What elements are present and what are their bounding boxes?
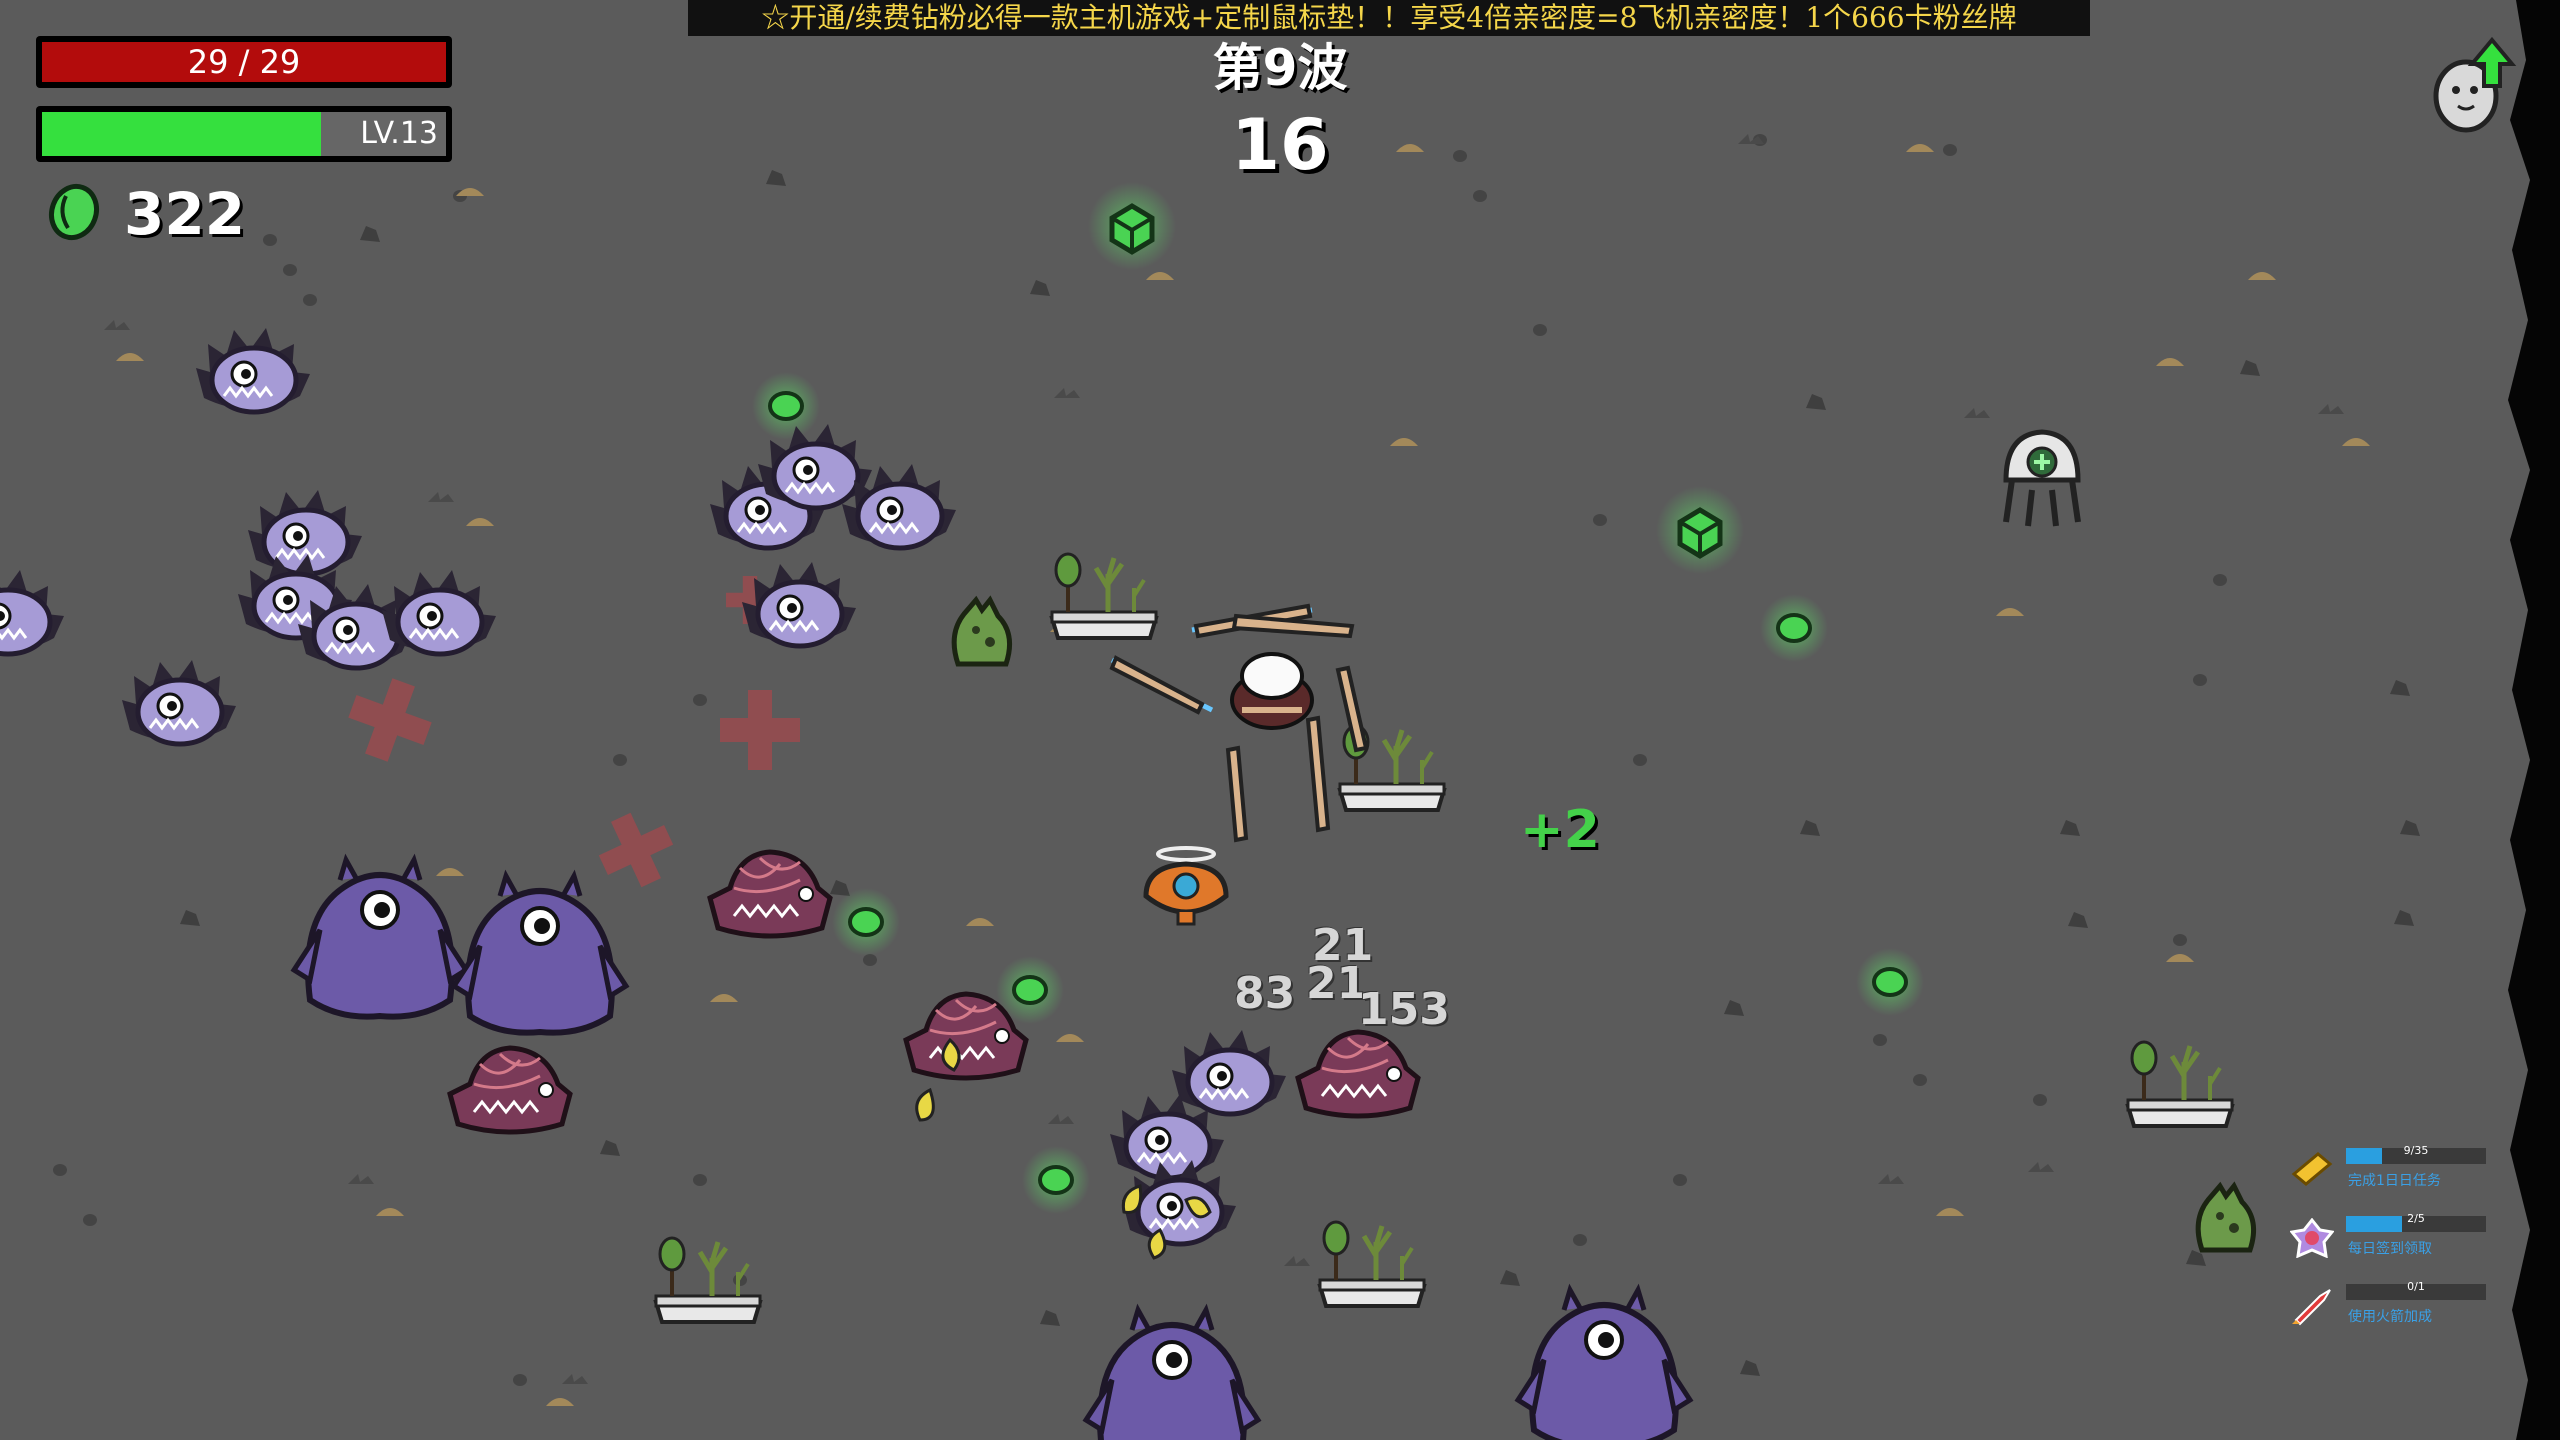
experience-bar: LV.13 <box>36 106 452 162</box>
task-label: 每日签到领取 <box>2348 1241 2432 1257</box>
game-arena <box>0 0 2560 1440</box>
health-bar: 29 / 29 <box>36 36 452 88</box>
wave-timer: 16 <box>1231 104 1329 186</box>
task-label: 使用火箭加成 <box>2348 1309 2432 1325</box>
task-label: 完成1日日任务 <box>2348 1173 2441 1189</box>
material-icon <box>44 182 104 246</box>
heal-popup: +2 <box>1520 800 1600 860</box>
purple-badge-icon <box>2289 1217 2335 1262</box>
task-item[interactable]: 9/35 完成1日日任务 <box>2290 1140 2500 1208</box>
materials-counter: 322 <box>44 180 246 248</box>
wave-title: 第9波 <box>1212 39 1348 97</box>
task-progress-text: 9/35 <box>2403 1144 2429 1157</box>
level-up-pending-icon[interactable] <box>2420 34 2520 148</box>
task-item[interactable]: 0/1 使用火箭加成 <box>2290 1276 2500 1344</box>
gold-ticket-icon <box>2290 1150 2334 1190</box>
task-progress-text: 2/5 <box>2407 1212 2425 1225</box>
health-text: 29 / 29 <box>187 43 301 81</box>
level-text: LV.13 <box>360 116 438 151</box>
task-progress-text: 0/1 <box>2407 1280 2425 1293</box>
task-tracker: 9/35 完成1日日任务 2/5 每日签到领取 0/1 使用火箭加成 <box>2289 1140 2500 1344</box>
damage-number: 153 <box>1358 984 1450 1035</box>
experience-bar-fill <box>42 112 321 156</box>
rocket-icon <box>2290 1286 2334 1330</box>
damage-number: 83 <box>1234 968 1296 1019</box>
task-item[interactable]: 2/5 每日签到领取 <box>2289 1208 2500 1276</box>
materials-count: 322 <box>124 180 246 248</box>
